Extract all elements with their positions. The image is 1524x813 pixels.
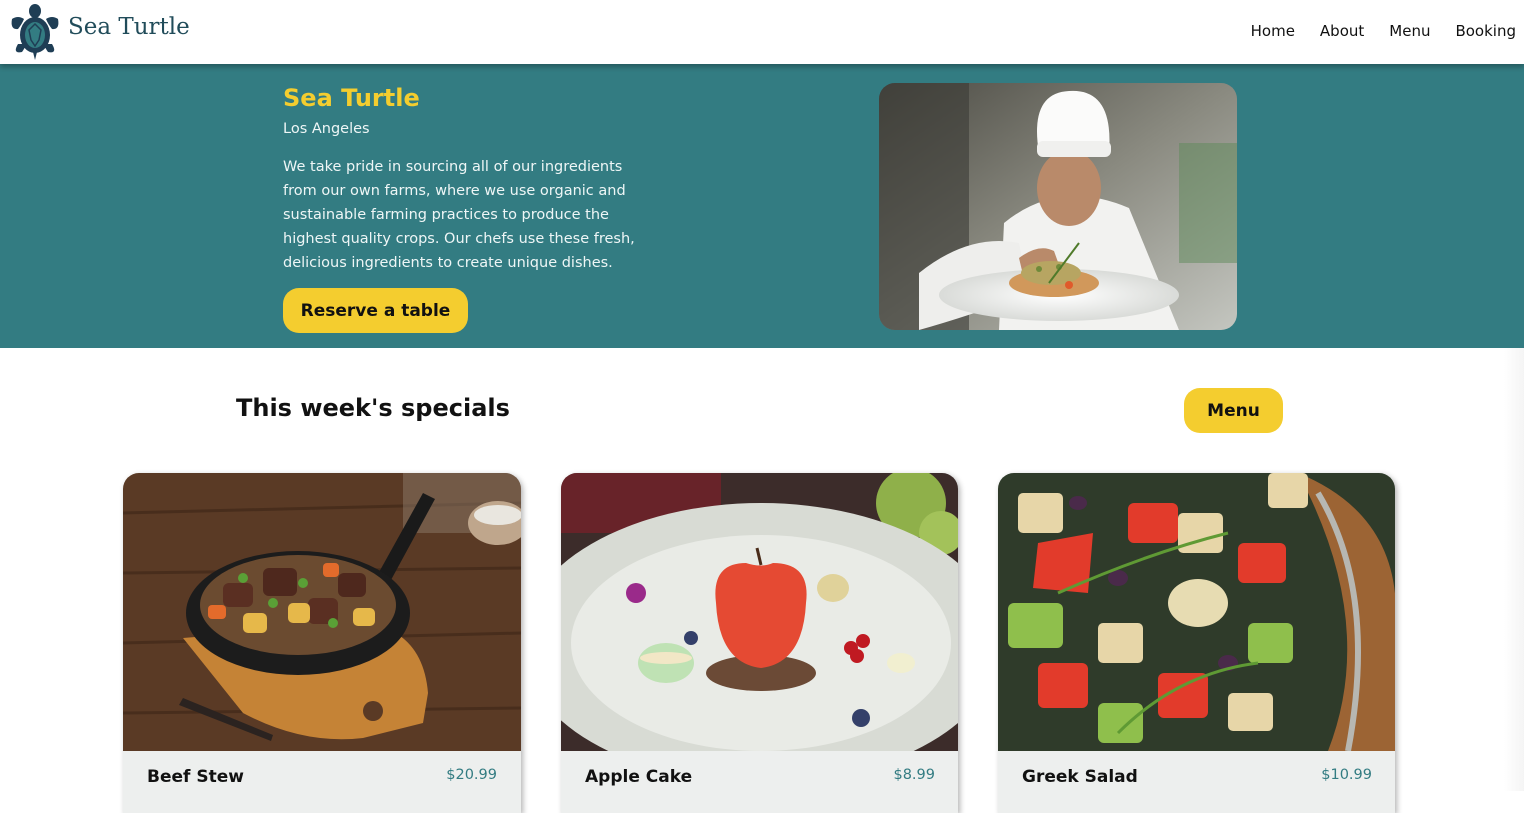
hero-description: We take pride in sourcing all of our ing…: [283, 159, 635, 271]
dish-name: Apple Cake: [585, 767, 693, 787]
special-card-greek-salad[interactable]: Greek Salad $10.99: [998, 473, 1395, 813]
hero-title: Sea Turtle: [283, 84, 420, 112]
sea-turtle-logo-icon[interactable]: [6, 2, 66, 62]
specials-title: This week's specials: [236, 394, 510, 422]
reserve-table-button[interactable]: Reserve a table: [283, 288, 468, 333]
dish-name: Greek Salad: [1022, 767, 1138, 787]
dish-price: $20.99: [446, 767, 497, 783]
hero-section: Sea Turtle Los Angeles We take pride in …: [0, 64, 1524, 348]
hero-city: Los Angeles: [283, 121, 370, 137]
card-body: Greek Salad $10.99: [998, 751, 1395, 813]
apple-cake-image: [561, 473, 958, 783]
nav-link-home[interactable]: Home: [1251, 21, 1295, 41]
chef-plating-image: [879, 83, 1237, 330]
card-body: Beef Stew $20.99: [123, 751, 521, 813]
nav-link-about[interactable]: About: [1320, 21, 1364, 41]
dish-price: $8.99: [893, 767, 935, 783]
special-card-beef-stew[interactable]: Beef Stew $20.99: [123, 473, 521, 813]
card-body: Apple Cake $8.99: [561, 751, 958, 813]
nav-links: Home About Menu Booking: [1226, 21, 1516, 41]
special-card-apple-cake[interactable]: Apple Cake $8.99: [561, 473, 958, 813]
brand-name[interactable]: Sea Turtle: [68, 14, 190, 40]
beef-stew-image: [123, 473, 521, 751]
dish-name: Beef Stew: [147, 767, 244, 787]
greek-salad-image: [998, 473, 1395, 752]
menu-button[interactable]: Menu: [1184, 388, 1283, 433]
nav-link-booking[interactable]: Booking: [1455, 21, 1516, 41]
scroll-edge-shadow: [1504, 348, 1524, 791]
top-navigation-bar: Sea Turtle Home About Menu Booking: [0, 0, 1524, 64]
dish-price: $10.99: [1321, 767, 1372, 783]
nav-link-menu[interactable]: Menu: [1389, 21, 1430, 41]
